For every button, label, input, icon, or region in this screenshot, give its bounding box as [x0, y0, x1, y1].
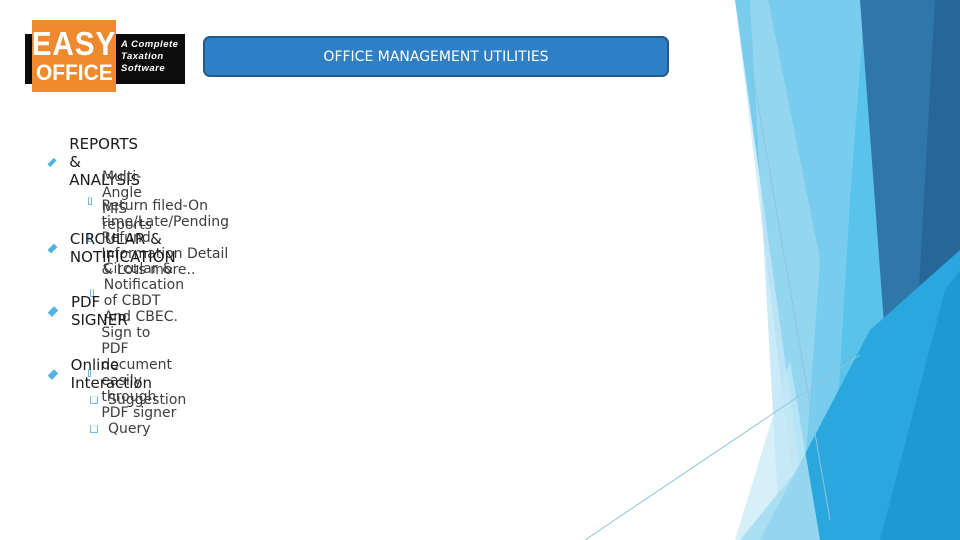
section-heading: PDF SIGNER [70, 293, 128, 329]
logo-tagline: A Complete Taxation Software [121, 39, 183, 75]
section-online-interaction: Online Interaction [47, 356, 155, 392]
list-item: Query [90, 421, 151, 437]
list-item-text: Query [108, 421, 151, 437]
diamond-bullet-icon [47, 157, 57, 167]
square-bullet-icon [90, 425, 98, 433]
square-bullet-icon [90, 396, 98, 404]
logo-text-easy: EASY [31, 24, 117, 62]
logo-orange-block: EASY OFFICE [32, 20, 116, 92]
diamond-bullet-icon [47, 368, 59, 380]
diamond-bullet-icon [47, 305, 59, 317]
section-pdf-signer: PDF SIGNER [47, 293, 131, 329]
logo-tagline-line: Taxation [121, 51, 164, 62]
list-item-text: Suggestion [108, 392, 187, 408]
title-banner: OFFICE MANAGEMENT UTILITIES [203, 36, 669, 77]
logo-tagline-line: Software [121, 63, 166, 74]
diamond-bullet-icon [47, 243, 58, 253]
logo-tagline-line: A Complete [121, 39, 179, 50]
section-heading: Online Interaction [70, 356, 153, 392]
logo-text-office: OFFICE [35, 59, 113, 85]
page-title: OFFICE MANAGEMENT UTILITIES [323, 48, 549, 65]
list-item: Suggestion [90, 392, 186, 408]
easy-office-logo: EASY OFFICE A Complete Taxation Software [25, 20, 185, 92]
